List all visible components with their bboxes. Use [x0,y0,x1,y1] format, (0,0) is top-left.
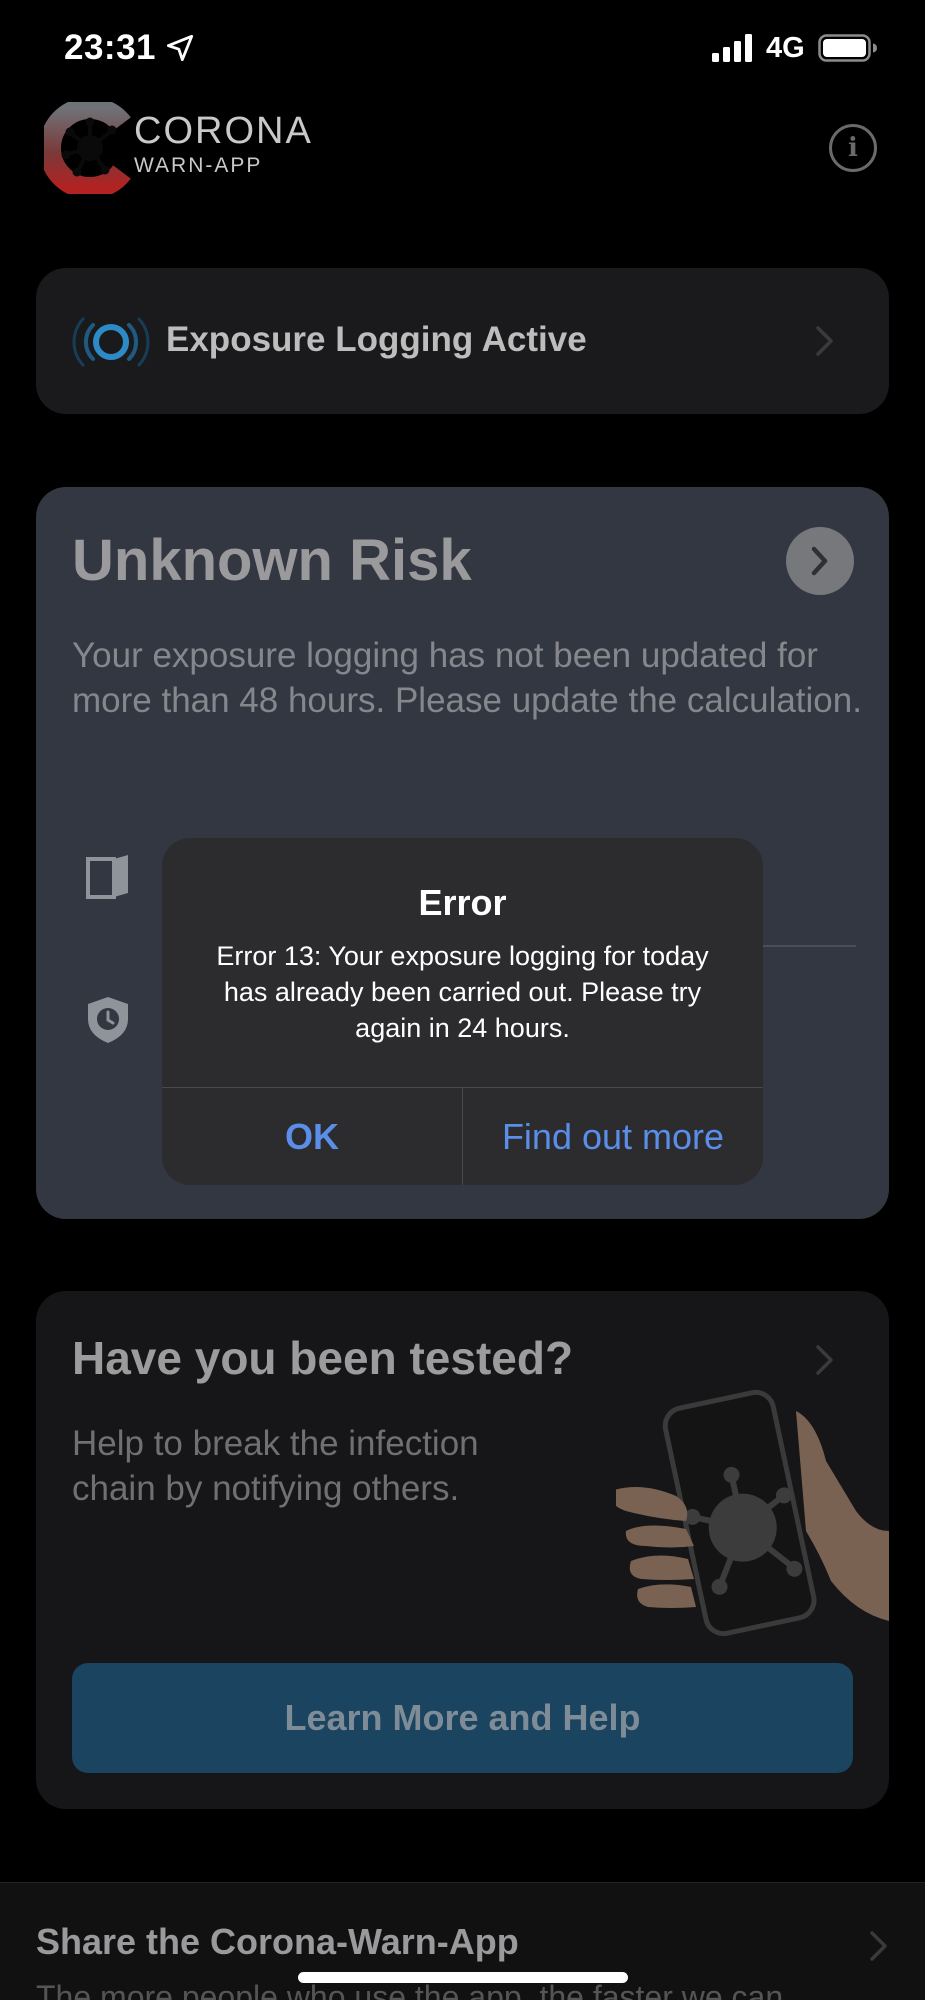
learn-more-button[interactable]: Learn More and Help [72,1663,853,1773]
ok-button[interactable]: OK [162,1088,462,1185]
corona-warn-app-logo [44,102,131,194]
error-dialog: Error Error 13: Your exposure logging fo… [162,838,763,1185]
status-time: 23:31 [64,28,157,67]
risk-title: Unknown Risk [72,528,472,593]
risk-description: Your exposure logging has not been updat… [72,636,862,720]
dialog-message: Error 13: Your exposure logging for toda… [216,941,709,1043]
battery-icon [818,34,877,62]
chevron-right-icon [816,1345,833,1375]
home-indicator[interactable] [298,1972,628,1983]
tested-card[interactable]: Have you been tested? Help to break the … [36,1291,889,1809]
chevron-right-icon [816,326,833,356]
share-title: Share the Corona-Warn-App [36,1921,519,1962]
exposure-logging-label: Exposure Logging Active [166,320,587,359]
tested-title: Have you been tested? [72,1332,574,1384]
info-button[interactable]: i [829,124,877,172]
hand-holding-phone-illustration [616,1389,889,1637]
cellular-signal-icon [712,34,752,62]
chevron-right-icon [870,1931,887,1961]
info-icon: i [848,133,858,163]
app-subtitle: WARN-APP [134,154,263,177]
exposure-logging-waves-icon [72,317,150,367]
dialog-title: Error [418,882,507,923]
chevron-right-icon [811,546,828,576]
find-out-more-button[interactable]: Find out more [463,1088,763,1185]
network-type: 4G [766,32,805,64]
risk-details-button[interactable] [786,527,854,595]
tested-description: Help to break the infection chain by not… [72,1424,479,1508]
exposure-logging-card[interactable]: Exposure Logging Active [36,268,889,414]
app-name: CORONA [134,110,313,152]
location-arrow-icon [166,34,194,62]
calendar-page-icon [86,855,128,899]
shield-clock-icon [88,997,128,1043]
